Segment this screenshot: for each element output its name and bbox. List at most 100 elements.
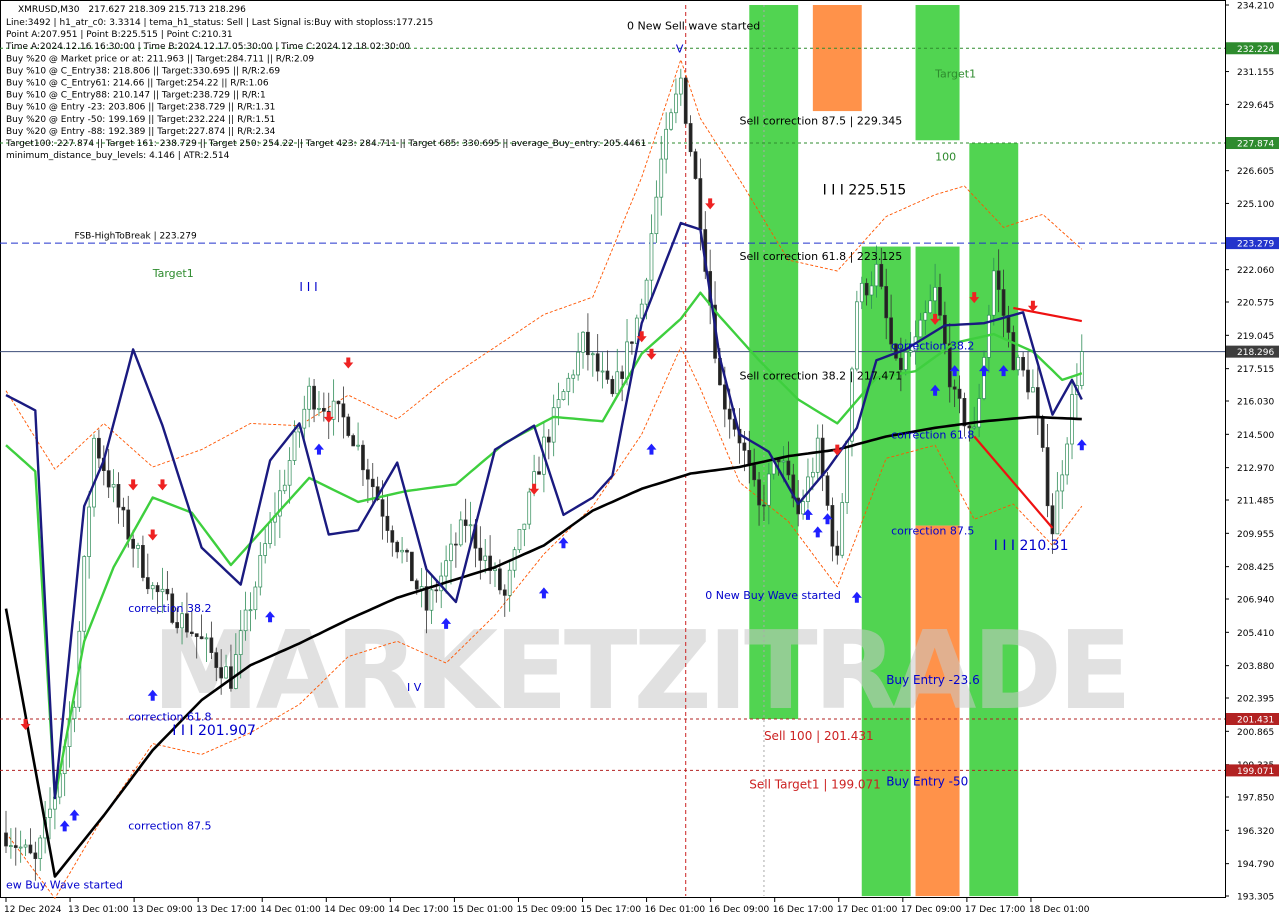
y-tick-label: 196.320: [1237, 827, 1274, 837]
candle-body: [155, 585, 160, 593]
candle-body: [610, 379, 615, 395]
candle-body: [899, 357, 903, 370]
candle-body: [312, 385, 316, 410]
candle-body: [165, 588, 170, 595]
candle-body: [92, 437, 96, 508]
candle-body: [967, 425, 972, 429]
candle-body: [317, 407, 321, 410]
x-tick-label: 16 Dec 09:00: [709, 905, 770, 915]
candle-body: [571, 374, 576, 379]
candle-body: [72, 706, 77, 720]
candle-body: [111, 484, 116, 488]
price-tag-label: 218.296: [1237, 348, 1274, 358]
candle-body: [923, 312, 928, 321]
candle-body: [400, 549, 404, 553]
candle-body: [214, 652, 219, 668]
candle-body: [145, 577, 150, 590]
candle-body: [698, 178, 703, 230]
candle-body: [1026, 369, 1030, 393]
candle-body: [576, 351, 580, 376]
y-tick-label: 203.880: [1237, 662, 1274, 672]
candle-body: [136, 544, 140, 549]
candle-body: [141, 544, 145, 578]
chart-label: Sell correction 87.5 | 229.345: [740, 114, 903, 127]
candle-body: [1001, 289, 1006, 316]
candle-body: [1040, 416, 1045, 448]
candle-body: [263, 543, 268, 556]
candle-body: [150, 585, 155, 590]
chart-window[interactable]: MARKETZITRADE FSB-HighToBreak | 223.279 T…: [0, 0, 1280, 920]
candle-body: [766, 473, 771, 506]
y-tick-label: 234.210: [1237, 2, 1274, 12]
watermark-text: MARKETZITRADE: [152, 609, 1128, 734]
candle-body: [13, 845, 18, 848]
candle-body: [864, 282, 869, 296]
candle-body: [131, 538, 135, 549]
candle-body: [996, 270, 1001, 290]
candle-body: [933, 287, 937, 302]
candle-body: [9, 845, 13, 847]
info-line: Target100: 227.874 || Target 161: 238.72…: [5, 139, 646, 149]
candle-body: [356, 444, 360, 447]
y-tick-label: 229.645: [1237, 101, 1274, 111]
x-tick-label: 18 Dec 01:00: [1029, 905, 1090, 915]
y-tick-label: 211.485: [1237, 497, 1274, 507]
candle-body: [1016, 357, 1021, 371]
chart-label: Target1: [152, 267, 194, 280]
candle-body: [1065, 443, 1069, 476]
candle-body: [1060, 474, 1065, 492]
x-tick-label: 14 Dec 17:00: [388, 905, 449, 915]
candle-body: [395, 541, 400, 553]
chart-label: correction 61.8: [891, 429, 974, 442]
candle-body: [527, 491, 532, 525]
candle-body: [483, 555, 488, 561]
candle-body: [82, 556, 87, 632]
y-tick-label: 200.865: [1237, 728, 1274, 738]
candle-body: [815, 437, 820, 473]
candle-body: [1045, 447, 1050, 507]
info-line: Buy %10 @ C_Entry38: 218.806 || Target:3…: [6, 66, 280, 76]
y-tick-label: 205.410: [1237, 629, 1274, 639]
candle-body: [600, 370, 605, 373]
x-tick-label: 16 Dec 17:00: [773, 905, 834, 915]
price-tag-label: 201.431: [1237, 715, 1274, 725]
price-chart[interactable]: MARKETZITRADE FSB-HighToBreak | 223.279 T…: [0, 0, 1280, 920]
candle-body: [204, 637, 209, 640]
y-tick-label: 212.970: [1237, 464, 1274, 474]
candle-body: [478, 547, 483, 561]
chart-label: ew Buy Wave started: [6, 878, 123, 891]
y-tick-label: 209.955: [1237, 530, 1274, 540]
x-tick-label: 13 Dec 01:00: [68, 905, 129, 915]
candle-body: [884, 286, 889, 319]
y-tick-label: 222.060: [1237, 266, 1274, 276]
x-tick-label: 14 Dec 01:00: [260, 905, 321, 915]
chart-label: I I I 225.515: [823, 183, 907, 199]
candle-body: [801, 501, 805, 515]
candle-body: [87, 506, 91, 557]
candle-body: [781, 460, 786, 463]
candle-body: [586, 331, 590, 356]
symbol-name: XMRUSD,M30: [18, 5, 80, 15]
candle-body: [18, 846, 23, 849]
candle-body: [962, 398, 967, 427]
candle-body: [928, 300, 933, 314]
candle-body: [341, 403, 346, 418]
candle-body: [845, 440, 849, 503]
candle-body: [595, 353, 600, 372]
x-tick-label: 13 Dec 17:00: [196, 905, 257, 915]
chart-label: V: [676, 43, 684, 56]
candle-body: [991, 270, 996, 316]
candle-body: [405, 549, 409, 553]
candle-body: [238, 630, 243, 655]
symbol-header: XMRUSD,M30 217.627 218.309 215.713 218.2…: [18, 5, 246, 15]
candle-body: [189, 631, 194, 635]
x-tick-label: 16 Dec 01:00: [645, 905, 706, 915]
candle-body: [121, 506, 126, 511]
x-tick-label: 15 Dec 09:00: [516, 905, 577, 915]
chart-background: [0, 0, 1280, 920]
candle-body: [268, 521, 272, 544]
candle-body: [302, 408, 307, 429]
signal-zone-4: [915, 246, 960, 526]
candle-body: [258, 555, 263, 588]
candle-body: [1006, 315, 1011, 333]
